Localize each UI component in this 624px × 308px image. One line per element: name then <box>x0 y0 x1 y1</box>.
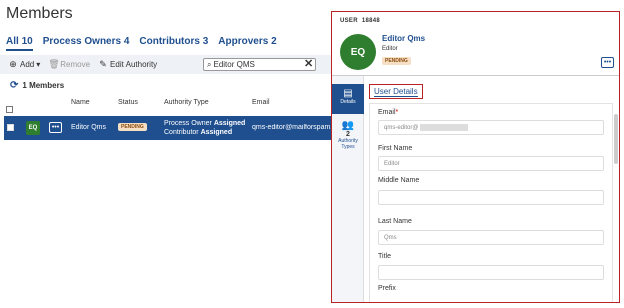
document-icon: ▤ <box>343 88 353 99</box>
panel-side-nav: ▤ Details 👥 2 Authority Types <box>332 76 364 302</box>
form-scrollbar[interactable] <box>614 114 618 164</box>
row-email: qms-editor@mailforspam... <box>252 124 332 131</box>
email-label: Email* <box>378 109 399 116</box>
row-name: Editor Qms <box>71 124 107 131</box>
user-role: Editor <box>382 46 398 52</box>
member-count: ⟳ 1 Members <box>10 80 65 91</box>
remove-button[interactable]: 🗑 Remove <box>48 59 90 70</box>
panel-more-button[interactable]: ••• <box>601 57 614 68</box>
header-email[interactable]: Email <box>252 99 270 106</box>
nav-authority-types[interactable]: 👥 2 Authority Types <box>332 120 364 150</box>
row-authority: Process Owner Assigned Contributor Assig… <box>164 120 246 136</box>
tab-approvers[interactable]: Approvers 2 <box>218 36 276 51</box>
prefix-label: Prefix <box>378 285 396 292</box>
last-name-field[interactable]: Qms <box>378 230 604 245</box>
status-badge: PENDING <box>118 123 147 131</box>
caret-down-icon: ▾ <box>36 60 41 69</box>
pencil-icon: ✎ <box>99 59 107 69</box>
user-id-label: USER 18848 <box>340 18 380 24</box>
tab-all[interactable]: All 10 <box>6 36 33 51</box>
users-icon: 👥 <box>341 120 355 131</box>
avatar: EQ <box>340 34 376 70</box>
nav-details[interactable]: ▤ Details <box>332 84 364 114</box>
header-authority-type[interactable]: Authority Type <box>164 99 209 106</box>
middle-name-field[interactable] <box>378 190 604 205</box>
clear-search-icon[interactable]: ✕ <box>304 57 313 70</box>
user-name-link[interactable]: Editor Qms <box>382 34 425 43</box>
user-details-form: Email* qms-editor@ First Name Editor Mid… <box>369 103 613 302</box>
middle-name-label: Middle Name <box>378 177 420 184</box>
add-circle-icon: ⊕ <box>9 59 17 69</box>
trash-icon: 🗑 <box>48 59 60 69</box>
header-status[interactable]: Status <box>118 99 138 106</box>
last-name-label: Last Name <box>378 218 412 225</box>
email-field[interactable]: qms-editor@ <box>378 120 604 135</box>
member-tabs: All 10 Process Owners 4 Contributors 3 A… <box>6 36 277 51</box>
search-icon: ⌕ <box>207 59 212 69</box>
first-name-field[interactable]: Editor <box>378 156 604 171</box>
section-title: User Details <box>369 84 423 99</box>
search-input[interactable] <box>213 60 294 69</box>
tab-contributors[interactable]: Contributors 3 <box>139 36 208 51</box>
page-title: Members <box>6 5 73 22</box>
first-name-label: First Name <box>378 145 413 152</box>
status-badge: PENDING <box>382 57 411 65</box>
user-detail-panel: USER 18848 EQ Editor Qms Editor PENDING … <box>331 11 620 303</box>
member-search: ⌕ <box>203 58 316 71</box>
divider <box>332 75 619 76</box>
refresh-icon[interactable]: ⟳ <box>10 80 18 91</box>
add-button[interactable]: ⊕ Add ▾ <box>8 59 40 70</box>
header-name[interactable]: Name <box>71 99 90 106</box>
table-row[interactable]: EQ ••• Editor Qms PENDING Process Owner … <box>4 116 332 140</box>
title-label: Title <box>378 253 391 260</box>
edit-authority-button[interactable]: ✎ Edit Authority <box>98 59 157 70</box>
row-checkbox[interactable] <box>7 124 14 131</box>
row-more-button[interactable]: ••• <box>49 122 62 133</box>
redacted-text <box>420 124 469 131</box>
table-header: Name Status Authority Type Email <box>0 99 332 112</box>
avatar: EQ <box>26 121 40 135</box>
tab-process-owners[interactable]: Process Owners 4 <box>43 36 130 51</box>
select-all-checkbox[interactable] <box>6 106 13 113</box>
title-field[interactable] <box>378 265 604 280</box>
